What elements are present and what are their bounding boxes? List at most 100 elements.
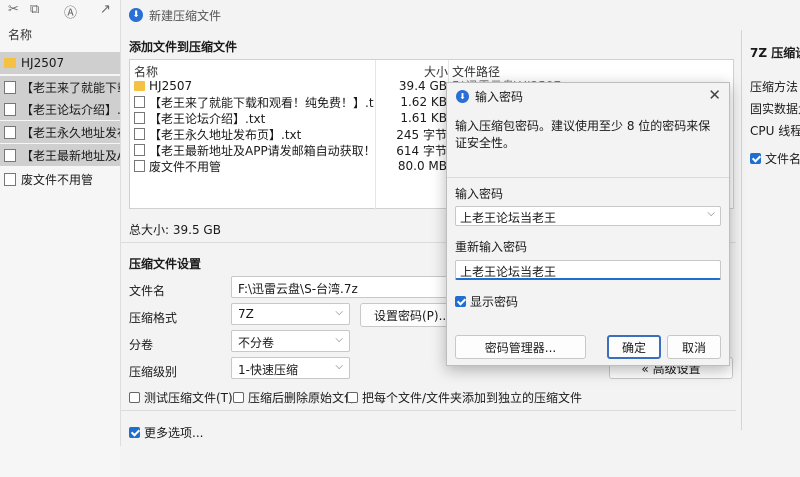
divider — [447, 177, 729, 178]
settings-title: 压缩文件设置 — [129, 257, 202, 271]
explorer-row-label: 【老王论坛介绍】.txt — [21, 102, 120, 117]
level-label: 压缩级别 — [129, 365, 178, 379]
password-value: 上老王论坛当老王 — [460, 211, 557, 225]
more-options-label: 更多选项... — [144, 426, 204, 440]
test-archive-checkbox[interactable]: 测试压缩文件(T) — [129, 389, 233, 406]
checkbox-checked-icon — [750, 153, 761, 164]
chevron-down-icon: ⌵ — [335, 361, 343, 372]
text-file-icon — [4, 80, 16, 94]
delete-after-label: 压缩后删除原始文件 — [248, 391, 357, 405]
file-size: 80.0 MB — [397, 159, 447, 173]
file-size: 1.61 KB — [400, 111, 447, 125]
panel-title: 7Z 压缩设置 — [750, 46, 800, 60]
checkbox-checked-icon — [455, 296, 466, 307]
show-password-checkbox[interactable]: 显示密码 — [455, 293, 518, 310]
delete-after-checkbox[interactable]: 压缩后删除原始文件 — [233, 389, 356, 406]
explorer-row[interactable]: 【老王永久地址发布页】 — [0, 121, 120, 143]
cut-icon[interactable]: ✂ — [8, 2, 19, 17]
folder-icon — [4, 58, 16, 68]
compression-method-label: 压缩方法 — [750, 80, 799, 94]
app-icon: ⬇ — [129, 8, 143, 22]
text-file-icon — [4, 102, 16, 116]
filename-label: 文件名 — [129, 284, 166, 298]
chevron-down-icon: ⌵ — [335, 334, 343, 345]
app-icon: ⬇ — [456, 89, 469, 103]
rename-icon[interactable]: Ⓐ — [64, 2, 77, 21]
file-size: 614 字节 — [396, 143, 447, 158]
text-file-icon — [4, 148, 16, 162]
file-name: 【老王最新地址及APP请发邮箱自动获取！！！】.... — [149, 143, 374, 158]
chevron-down-icon: ⌵ — [335, 307, 343, 318]
file-name: 【老王来了就能下载和观看！纯免费！】.txt — [149, 95, 374, 110]
dialog-titlebar[interactable]: ⬇ 输入密码 — [447, 83, 729, 109]
explorer-row[interactable]: HJ2507 — [0, 52, 120, 74]
separate-archives-checkbox[interactable]: 把每个文件/文件夹添加到独立的压缩文件 — [347, 389, 582, 406]
explorer-row[interactable]: 废文件不用管 — [0, 168, 120, 190]
split-value: 不分卷 — [238, 336, 275, 350]
file-name: 【老王永久地址发布页】.txt — [149, 127, 302, 142]
reenter-password-value: 上老王论坛当老王 — [460, 265, 557, 279]
filename-value: F:\迅雷云盘\S-台湾.7z — [238, 282, 358, 296]
more-options-checkbox[interactable]: 更多选项... — [129, 424, 203, 441]
7z-settings-panel: 7Z 压缩设置 压缩方法 固实数据大小 CPU 线程数 文件名加 — [741, 30, 800, 430]
explorer-row-label: 【老王永久地址发布页】 — [21, 125, 120, 140]
split-select[interactable]: 不分卷 ⌵ — [231, 330, 350, 352]
text-file-icon — [134, 112, 145, 124]
close-icon[interactable]: ✕ — [708, 86, 721, 104]
file-size: 1.62 KB — [400, 95, 447, 109]
split-label: 分卷 — [129, 338, 154, 352]
solid-block-size-label: 固实数据大小 — [750, 102, 800, 116]
chevron-down-icon[interactable]: ⌵ — [707, 208, 715, 219]
file-name: 废文件不用管 — [149, 159, 222, 174]
encrypt-filenames-label: 文件名加 — [765, 152, 800, 166]
text-file-icon — [134, 128, 145, 140]
cancel-button[interactable]: 取消 — [667, 335, 721, 359]
level-select[interactable]: 1-快速压缩 ⌵ — [231, 357, 350, 379]
file-size: 39.4 GB — [398, 79, 447, 93]
password-label: 输入密码 — [455, 187, 504, 201]
explorer-toolbar: ✂ ⧉ Ⓐ ↗ — [0, 0, 120, 22]
format-select[interactable]: 7Z ⌵ — [231, 303, 350, 325]
separate-archives-label: 把每个文件/文件夹添加到独立的压缩文件 — [362, 391, 583, 405]
show-password-label: 显示密码 — [470, 295, 519, 309]
explorer-pane: ✂ ⧉ Ⓐ ↗ 名称 HJ2507 【老王来了就能下载和观 【老王论坛介绍】.t… — [0, 0, 120, 477]
folder-icon — [134, 81, 145, 91]
explorer-row[interactable]: 【老王来了就能下载和观 — [0, 76, 120, 98]
explorer-row-label: 【老王来了就能下载和观 — [21, 80, 120, 95]
format-value: 7Z — [238, 307, 254, 321]
explorer-row[interactable]: 【老王最新地址及APP请 — [0, 144, 120, 166]
test-archive-label: 测试压缩文件(T) — [144, 391, 233, 405]
explorer-row[interactable]: 【老王论坛介绍】.txt — [0, 98, 120, 120]
encrypt-filenames-checkbox[interactable]: 文件名加 — [750, 150, 800, 167]
checkbox-icon — [129, 392, 140, 403]
cpu-threads-label: CPU 线程数 — [750, 124, 800, 138]
ok-button[interactable]: 确定 — [607, 335, 661, 359]
reenter-password-label: 重新输入密码 — [455, 240, 528, 254]
share-icon[interactable]: ↗ — [100, 2, 111, 17]
checkbox-icon — [233, 392, 244, 403]
level-value: 1-快速压缩 — [238, 363, 298, 377]
password-input[interactable]: 上老王论坛当老王 ⌵ — [455, 206, 721, 226]
file-size: 245 字节 — [396, 127, 447, 142]
format-label: 压缩格式 — [129, 311, 178, 325]
explorer-row-label: 废文件不用管 — [21, 172, 94, 187]
text-file-icon — [4, 125, 16, 139]
explorer-name-header[interactable]: 名称 — [8, 26, 32, 43]
file-icon — [4, 172, 16, 186]
checkbox-checked-icon — [129, 427, 140, 438]
file-name: 【老王论坛介绍】.txt — [149, 111, 266, 126]
total-size: 总大小: 39.5 GB — [129, 223, 221, 237]
add-files-title: 添加文件到压缩文件 — [129, 40, 238, 54]
reenter-password-input[interactable]: 上老王论坛当老王 — [455, 260, 721, 280]
copy-icon[interactable]: ⧉ — [30, 2, 39, 17]
checkbox-icon — [347, 392, 358, 403]
window-titlebar[interactable]: ⬇ 新建压缩文件 — [121, 0, 800, 30]
text-file-icon — [134, 96, 145, 108]
file-name: HJ2507 — [149, 79, 193, 93]
password-manager-button[interactable]: 密码管理器... — [455, 335, 586, 359]
window-title: 新建压缩文件 — [149, 8, 222, 23]
text-file-icon — [134, 144, 145, 156]
password-dialog: ⬇ 输入密码 ✕ 输入压缩包密码。建议使用至少 8 位的密码来保证安全性。 输入… — [446, 82, 730, 366]
explorer-row-label: 【老王最新地址及APP请 — [21, 148, 120, 163]
file-icon — [134, 160, 145, 172]
